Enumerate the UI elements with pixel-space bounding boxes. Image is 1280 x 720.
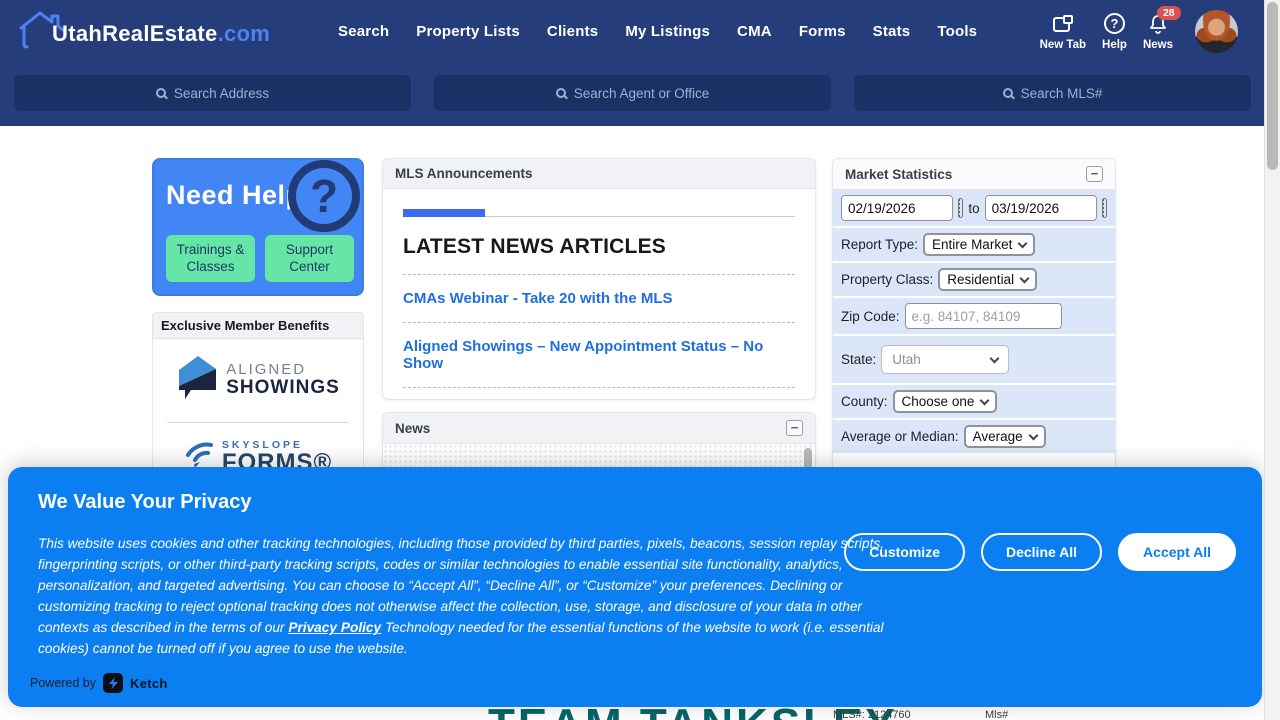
support-center-button[interactable]: Support Center — [265, 235, 354, 282]
powered-by-ketch[interactable]: Powered by Ketch — [30, 673, 168, 693]
customize-button[interactable]: Customize — [844, 533, 965, 571]
nav-stats[interactable]: Stats — [873, 23, 911, 40]
nav-tools[interactable]: Tools — [937, 23, 977, 40]
ketch-icon — [103, 673, 123, 693]
date-range-row: to — [833, 190, 1115, 228]
property-class-row: Property Class: Residential — [833, 263, 1115, 298]
accept-all-button[interactable]: Accept All — [1118, 533, 1236, 571]
site-logo[interactable]: UtahRealEstate.com — [16, 6, 246, 57]
date-from-input[interactable] — [841, 195, 953, 221]
help-button[interactable]: ? Help — [1102, 12, 1127, 51]
divider — [403, 274, 795, 275]
calendar-icon[interactable] — [958, 198, 963, 218]
news-panel-header: News − — [383, 413, 815, 444]
chevron-down-icon — [990, 353, 1000, 363]
zip-code-row: Zip Code: — [833, 298, 1115, 336]
carousel-progress — [403, 209, 795, 217]
divider — [403, 322, 795, 323]
new-tab-button[interactable]: New Tab — [1040, 12, 1086, 51]
report-type-row: Report Type: Entire Market — [833, 228, 1115, 263]
utah-real-estate-dashboard: UtahRealEstate.com Search Property Lists… — [0, 0, 1280, 720]
logo-text: UtahRealEstate.com — [52, 21, 270, 47]
search-icon — [1003, 88, 1013, 98]
nav-my-listings[interactable]: My Listings — [625, 23, 710, 40]
chevron-down-icon — [1028, 430, 1038, 440]
help-icon: ? — [1104, 12, 1125, 36]
decline-all-button[interactable]: Decline All — [981, 533, 1102, 571]
collapse-icon[interactable]: − — [1086, 166, 1103, 182]
search-agent-office-input[interactable]: Search Agent or Office — [434, 75, 831, 111]
trainings-classes-button[interactable]: Trainings & Classes — [166, 235, 255, 282]
header-actions: New Tab ? Help 28 News — [1040, 10, 1238, 53]
new-tab-icon — [1052, 12, 1074, 36]
chevron-down-icon — [1020, 273, 1030, 283]
search-icon — [556, 88, 566, 98]
nav-search[interactable]: Search — [338, 23, 389, 40]
news-badge: 28 — [1157, 6, 1181, 20]
benefits-header: Exclusive Member Benefits — [152, 312, 364, 339]
market-statistics-header: Market Statistics − — [833, 159, 1115, 190]
cookie-consent-banner: We Value Your Privacy This website uses … — [8, 467, 1262, 707]
announcement-link-cmas-webinar[interactable]: CMAs Webinar - Take 20 with the MLS — [403, 290, 795, 307]
search-mls-input[interactable]: Search MLS# — [854, 75, 1251, 111]
mls-announcements-header: MLS Announcements — [383, 159, 815, 189]
bell-icon: 28 — [1148, 12, 1168, 36]
news-button[interactable]: 28 News — [1143, 12, 1173, 51]
chevron-down-icon — [980, 395, 990, 405]
nav-clients[interactable]: Clients — [547, 23, 598, 40]
chevron-down-icon — [1018, 238, 1028, 248]
cookie-banner-buttons: Customize Decline All Accept All — [844, 533, 1236, 571]
need-help-widget: Need Help ? Trainings & Classes Support … — [152, 158, 364, 296]
aligned-showings-logo[interactable]: ALIGNED SHOWINGS — [153, 339, 363, 422]
mls-number-text: MLS#: 2124760 — [833, 709, 911, 720]
privacy-banner-body: This website uses cookies and other trac… — [38, 533, 886, 660]
calendar-icon[interactable] — [1102, 198, 1107, 218]
nav-property-lists[interactable]: Property Lists — [416, 23, 520, 40]
average-median-row: Average or Median: Average — [833, 420, 1115, 455]
collapse-icon[interactable]: − — [786, 420, 803, 436]
average-median-select[interactable]: Average — [964, 425, 1046, 448]
announcement-link-aligned-showings[interactable]: Aligned Showings – New Appointment Statu… — [403, 338, 795, 372]
zip-code-input[interactable] — [905, 303, 1062, 329]
property-class-select[interactable]: Residential — [938, 268, 1037, 291]
page-scrollbar[interactable] — [1264, 0, 1280, 720]
date-to-input[interactable] — [985, 195, 1097, 221]
report-type-select[interactable]: Entire Market — [923, 233, 1035, 256]
county-select[interactable]: Choose one — [893, 390, 998, 413]
nav-cma[interactable]: CMA — [737, 23, 772, 40]
main-nav: Search Property Lists Clients My Listing… — [338, 23, 977, 40]
latest-news-heading: LATEST NEWS ARTICLES — [403, 235, 795, 259]
search-icon — [156, 88, 166, 98]
privacy-policy-link[interactable]: Privacy Policy — [288, 620, 381, 635]
scrollbar-thumb[interactable] — [1267, 2, 1278, 170]
market-statistics-form: to Report Type: Entire Market Property C… — [833, 190, 1115, 455]
divider — [403, 387, 795, 388]
mls-column-label: Mls# — [985, 709, 1008, 720]
top-navigation-bar: UtahRealEstate.com Search Property Lists… — [0, 0, 1280, 62]
carousel-progress-bar — [403, 209, 485, 217]
nav-forms[interactable]: Forms — [799, 23, 846, 40]
state-row: State: Utah — [833, 336, 1115, 385]
question-mark-icon: ? — [288, 160, 360, 232]
state-select[interactable]: Utah — [881, 345, 1009, 374]
quick-search-row: Search Address Search Agent or Office Se… — [0, 62, 1280, 126]
privacy-banner-title: We Value Your Privacy — [38, 491, 251, 514]
county-row: County: Choose one — [833, 385, 1115, 420]
mls-announcements-panel: MLS Announcements LATEST NEWS ARTICLES C… — [382, 158, 816, 400]
aligned-showings-icon — [176, 355, 218, 406]
search-address-input[interactable]: Search Address — [14, 75, 411, 111]
user-avatar[interactable] — [1195, 10, 1238, 53]
